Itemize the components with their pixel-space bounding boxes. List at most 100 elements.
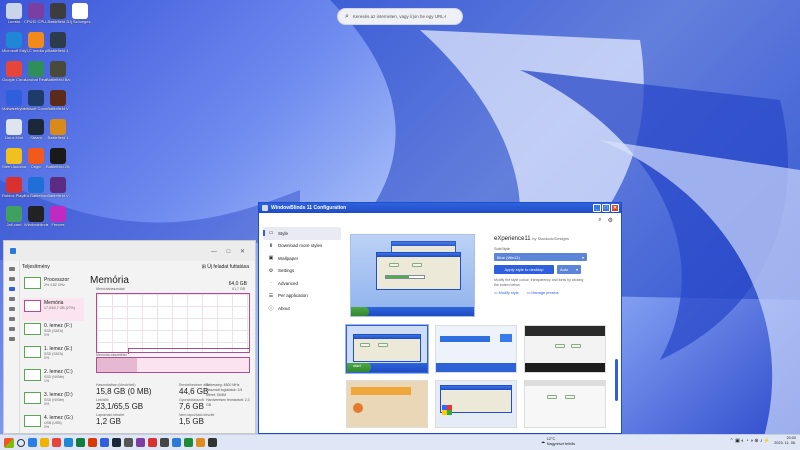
desktop-icon[interactable]: Roblox Player bbox=[2, 177, 26, 199]
weather-widget[interactable]: ☁ 12°C Nagyrészt felhős bbox=[541, 437, 575, 447]
desktop-icon[interactable]: EA Battlefront bbox=[24, 177, 48, 199]
window-controls[interactable]: — □ ✕ bbox=[211, 248, 249, 255]
taskbar-app-icon[interactable] bbox=[208, 438, 217, 447]
taskbar-app-icon[interactable] bbox=[172, 438, 181, 447]
run-new-task-button[interactable]: ⊞ Új feladat futtatása bbox=[202, 264, 249, 270]
taskbar-app-icon[interactable] bbox=[100, 438, 109, 447]
app-icon bbox=[28, 148, 44, 164]
desktop-icon[interactable]: Steam bbox=[24, 119, 48, 141]
services-icon[interactable] bbox=[8, 337, 15, 341]
resource-item[interactable]: 1. lemez (E:) SSD (SATA) 0% bbox=[22, 344, 84, 367]
taskbar-app-icon[interactable] bbox=[52, 438, 61, 447]
desktop-icon[interactable]: Fences bbox=[46, 206, 70, 228]
desktop-icon[interactable]: Ubisoft Connect bbox=[24, 90, 48, 112]
desktop-icon[interactable]: Stern Autoloader bbox=[2, 148, 26, 170]
nav-item-per-application[interactable]: ☰ Per application bbox=[263, 290, 341, 303]
app-icon bbox=[50, 148, 66, 164]
desktop-icon[interactable]: Battlefield 2042 bbox=[46, 148, 70, 170]
start-button[interactable] bbox=[4, 437, 14, 448]
nav-item-wallpaper[interactable]: ▣ Wallpaper bbox=[263, 252, 341, 265]
desktop-icon[interactable]: CPUID CPU-Z bbox=[24, 3, 48, 25]
desktop-icon[interactable]: Battlefield 4 bbox=[46, 32, 70, 54]
taskbar-app-icon[interactable] bbox=[88, 438, 97, 447]
style-thumb-dark[interactable] bbox=[524, 325, 606, 373]
resource-item[interactable]: 4. lemez (G:) USB (USB) 0% bbox=[22, 413, 84, 433]
desktop-icon[interactable]: Acrobat Reader bbox=[24, 61, 48, 83]
taskbar-search-icon[interactable] bbox=[17, 438, 25, 447]
desktop-icon[interactable]: Origin bbox=[24, 148, 48, 170]
maximize-button[interactable]: □ bbox=[602, 204, 610, 212]
app-icon bbox=[50, 119, 66, 135]
resource-item[interactable]: 2. lemez (C:) SSD (NVMe) 1% bbox=[22, 367, 84, 390]
performance-icon[interactable] bbox=[8, 287, 15, 291]
users-icon[interactable] bbox=[8, 317, 15, 321]
nav-item-style[interactable]: ▭ Style bbox=[263, 227, 341, 240]
desktop-icon[interactable]: VLC media player bbox=[24, 32, 48, 54]
search-bar[interactable]: ⌕ Keresés az interneten, vagy írjon be e… bbox=[337, 8, 463, 25]
clock[interactable]: 20:00 2023. 11. 06. bbox=[774, 436, 796, 446]
task-manager-window: — □ ✕ Teljesítmény ⊞ Új feladat futtatás… bbox=[3, 240, 256, 434]
desktop-icon[interactable]: Lomtár bbox=[2, 3, 26, 25]
taskbar-app-icon[interactable] bbox=[124, 438, 133, 447]
substyle-dropdown[interactable]: Blue (Win11) ▾ bbox=[494, 253, 587, 261]
taskbar-app-icon[interactable] bbox=[64, 438, 73, 447]
desktop-icon[interactable]: Windowblinds bbox=[24, 206, 48, 228]
search-placeholder[interactable]: Keresés az interneten, vagy írjon be egy… bbox=[353, 14, 447, 19]
windowblinds-nav: ▭ Style ⬇ Download more styles ▣ Wallpaper ⚙ Se… bbox=[263, 227, 341, 315]
desktop-icon[interactable]: Battlefield V bbox=[46, 177, 70, 199]
gear-icon[interactable]: ⚙ bbox=[608, 217, 613, 224]
details-icon[interactable] bbox=[8, 327, 15, 331]
mini-graph bbox=[24, 277, 41, 289]
windowblinds-titlebar[interactable]: WindowBlinds 11 Configuration _ □ ✕ bbox=[259, 203, 621, 213]
taskbar-app-icon[interactable] bbox=[136, 438, 145, 447]
history-icon[interactable] bbox=[8, 297, 15, 301]
close-button[interactable]: ✕ bbox=[611, 204, 619, 212]
desktop-icon[interactable]: Új Szöveges dokumentum bbox=[68, 3, 92, 25]
startup-icon[interactable] bbox=[8, 307, 15, 311]
style-thumb-vista[interactable] bbox=[346, 380, 428, 428]
minimize-button[interactable]: _ bbox=[593, 204, 601, 212]
task-manager-titlebar[interactable]: — □ ✕ bbox=[4, 241, 255, 261]
resource-item[interactable]: 3. lemez (D:) SSD (NVMe) 0% bbox=[22, 390, 84, 413]
taskbar-app-icon[interactable] bbox=[28, 438, 37, 447]
processes-icon[interactable] bbox=[8, 277, 15, 281]
desktop-icon[interactable]: Jail card bbox=[2, 206, 26, 228]
desktop-icon[interactable]: Battlefield 1 bbox=[46, 119, 70, 141]
desktop-icon[interactable]: Linux Mint bbox=[2, 119, 26, 141]
taskbar-app-icon[interactable] bbox=[40, 438, 49, 447]
scrollbar[interactable] bbox=[615, 359, 618, 401]
app-icon bbox=[6, 3, 22, 19]
taskbar-app-icon[interactable] bbox=[76, 438, 85, 447]
taskbar-app-icon[interactable] bbox=[160, 438, 169, 447]
nav-item-settings[interactable]: ⚙ Settings bbox=[263, 265, 341, 278]
tray-icons[interactable]: ⌃ ▣ ◐ ◔ ◑ ⊕ ♪ ⚡ bbox=[729, 438, 770, 444]
nav-item-advanced[interactable]: · Advanced bbox=[263, 277, 341, 290]
style-thumb-mac[interactable] bbox=[524, 380, 606, 428]
style-thumb-xp-blue[interactable]: start bbox=[346, 325, 428, 373]
resource-item[interactable]: 0. lemez (F:) SSD (SATA) 0% bbox=[22, 321, 84, 344]
style-thumb-xp-classic[interactable] bbox=[435, 380, 517, 428]
nav-item-about[interactable]: ⓘ About bbox=[263, 302, 341, 315]
desktop-icon[interactable]: Battlefield Bad Company bbox=[46, 61, 70, 83]
taskbar-app-icon[interactable] bbox=[196, 438, 205, 447]
search-icon[interactable]: ⌕ bbox=[598, 217, 601, 224]
taskbar-app-icon[interactable] bbox=[112, 438, 121, 447]
nav-icon: ▣ bbox=[268, 255, 274, 262]
resource-item[interactable]: Memória 17,0/63,7 GB (27%) bbox=[22, 298, 84, 321]
style-name: eXperience11 bbox=[494, 236, 531, 242]
menu-icon[interactable] bbox=[8, 267, 15, 271]
desktop-icon[interactable]: Malwarebytes bbox=[2, 90, 26, 112]
apply-style-button[interactable]: Apply style to desktop bbox=[494, 265, 554, 274]
auto-dropdown[interactable]: Auto ▾ bbox=[557, 265, 581, 274]
modify-style-link[interactable]: ▭ Modify style bbox=[494, 290, 519, 295]
desktop-icon[interactable]: Battlefield 2 bbox=[46, 3, 70, 25]
desktop-icon[interactable]: Google Chrome bbox=[2, 61, 26, 83]
desktop-icon[interactable]: Battlefield V bbox=[46, 90, 70, 112]
style-thumb-blue-flat[interactable] bbox=[435, 325, 517, 373]
taskbar-app-icon[interactable] bbox=[184, 438, 193, 447]
nav-item-download-more-styles[interactable]: ⬇ Download more styles bbox=[263, 240, 341, 253]
desktop-icon[interactable]: Microsoft Edge bbox=[2, 32, 26, 54]
manage-presets-link[interactable]: ▭ Manage presets bbox=[527, 290, 559, 295]
resource-item[interactable]: Processzor 2% 4,82 GHz bbox=[22, 275, 84, 298]
taskbar-app-icon[interactable] bbox=[148, 438, 157, 447]
